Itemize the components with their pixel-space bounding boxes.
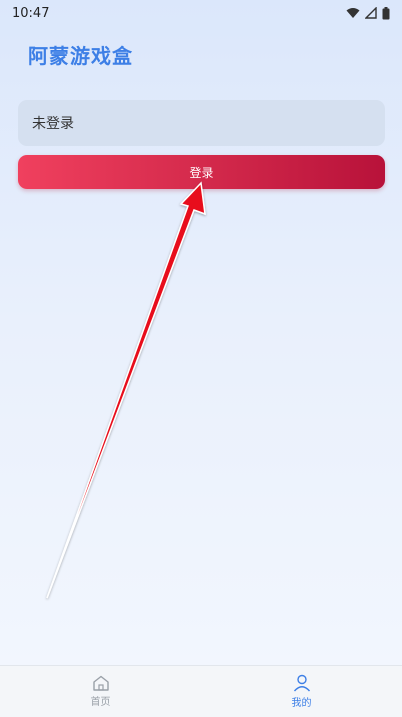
battery-icon	[382, 6, 390, 20]
status-icons	[346, 6, 390, 20]
tab-bar: 首页 我的	[0, 665, 402, 717]
tab-mine[interactable]: 我的	[201, 666, 402, 717]
app-title: 阿蒙游戏盒	[28, 44, 133, 68]
login-button[interactable]: 登录	[18, 155, 385, 189]
status-time: 10:47	[12, 5, 50, 21]
arrow-shape	[46, 181, 206, 599]
signal-icon	[365, 7, 377, 19]
wifi-icon	[346, 7, 360, 19]
tab-home[interactable]: 首页	[0, 666, 201, 717]
tab-mine-label: 我的	[291, 698, 312, 709]
user-icon	[293, 674, 311, 692]
login-status-text: 未登录	[32, 116, 74, 132]
login-status-card: 未登录	[18, 100, 385, 146]
status-bar: 10:47	[0, 0, 402, 26]
home-icon	[92, 675, 110, 691]
tab-home-label: 首页	[90, 697, 111, 708]
